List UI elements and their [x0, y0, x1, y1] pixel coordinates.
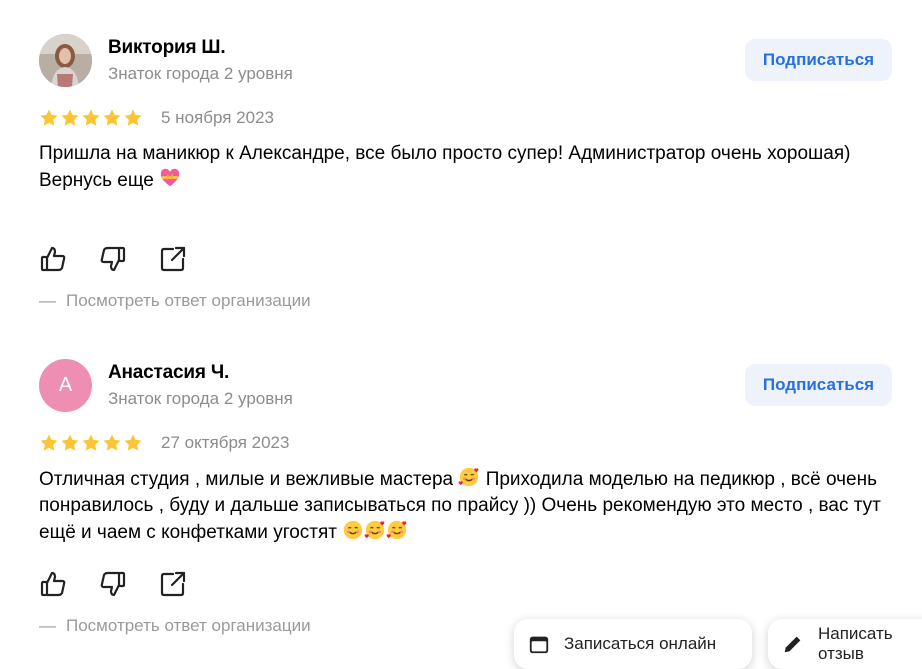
review-date: 27 октября 2023 — [161, 433, 290, 452]
star-icon — [103, 434, 121, 451]
write-review-button[interactable]: Написать отзыв — [768, 619, 922, 669]
smiling-face-with-hearts-emoji — [386, 520, 407, 540]
star-icon — [40, 109, 58, 126]
rating-stars — [39, 108, 143, 128]
share-icon[interactable] — [159, 245, 187, 273]
author-level: Знаток города 2 уровня — [108, 64, 293, 83]
star-icon — [61, 109, 79, 126]
star-icon — [82, 434, 100, 451]
review-card: А Анастасия Ч. Знаток города 2 уровня По… — [39, 359, 892, 644]
smiling-face-emoji — [344, 520, 363, 540]
star-icon — [82, 109, 100, 126]
review-text: Отличная студия , милые и вежливые масте… — [39, 466, 889, 546]
review-date: 5 ноября 2023 — [161, 108, 274, 127]
dash-glyph: — — [39, 616, 56, 635]
calendar-icon — [529, 636, 549, 654]
view-org-answer-label: Посмотреть ответ организации — [66, 291, 311, 310]
write-review-label: Написать отзыв — [818, 624, 893, 663]
author-level: Знаток города 2 уровня — [108, 389, 293, 408]
avatar[interactable] — [39, 34, 92, 87]
review-text-line: Пришла на маникюр к Александре, все было… — [39, 143, 851, 164]
smiling-face-with-hearts-emoji — [364, 520, 385, 540]
heart-with-ribbon-emoji — [160, 168, 180, 187]
review-actions — [39, 570, 219, 598]
dislike-icon[interactable] — [99, 570, 127, 598]
star-icon — [40, 434, 58, 451]
avatar-photo — [39, 34, 92, 87]
avatar[interactable]: А — [39, 359, 92, 412]
review-actions — [39, 245, 219, 273]
dislike-icon[interactable] — [99, 245, 127, 273]
star-icon — [61, 434, 79, 451]
review-card: Виктория Ш. Знаток города 2 уровня Подпи… — [39, 34, 892, 324]
share-icon[interactable] — [159, 570, 187, 598]
author-name[interactable]: Анастасия Ч. — [108, 362, 229, 384]
view-org-answer-link[interactable]: — Посмотреть ответ организации — [39, 291, 311, 311]
smiling-face-with-hearts-emoji — [459, 467, 479, 487]
pencil-icon — [784, 636, 801, 653]
subscribe-button[interactable]: Подписаться — [745, 39, 892, 81]
review-text-fragment: Вернусь еще — [39, 170, 154, 191]
view-org-answer-label: Посмотреть ответ организации — [66, 616, 311, 635]
view-org-answer-link[interactable]: — Посмотреть ответ организации — [39, 616, 311, 636]
review-text-line: Отличная студия , милые и вежливые масте… — [39, 466, 889, 546]
book-online-button[interactable]: Записаться онлайн — [514, 619, 752, 669]
like-icon[interactable] — [39, 245, 67, 273]
like-icon[interactable] — [39, 570, 67, 598]
rating-stars — [39, 433, 143, 453]
review-text-line: Вернусь еще — [39, 167, 889, 194]
book-online-label: Записаться онлайн — [564, 634, 717, 653]
star-icon — [103, 109, 121, 126]
review-text-fragment: Отличная студия , милые и вежливые масте… — [39, 469, 454, 490]
star-icon — [124, 434, 142, 451]
review-text: Пришла на маникюр к Александре, все было… — [39, 141, 889, 194]
author-name[interactable]: Виктория Ш. — [108, 37, 226, 59]
subscribe-button[interactable]: Подписаться — [745, 364, 892, 406]
star-icon — [124, 109, 142, 126]
dash-glyph: — — [39, 291, 56, 310]
